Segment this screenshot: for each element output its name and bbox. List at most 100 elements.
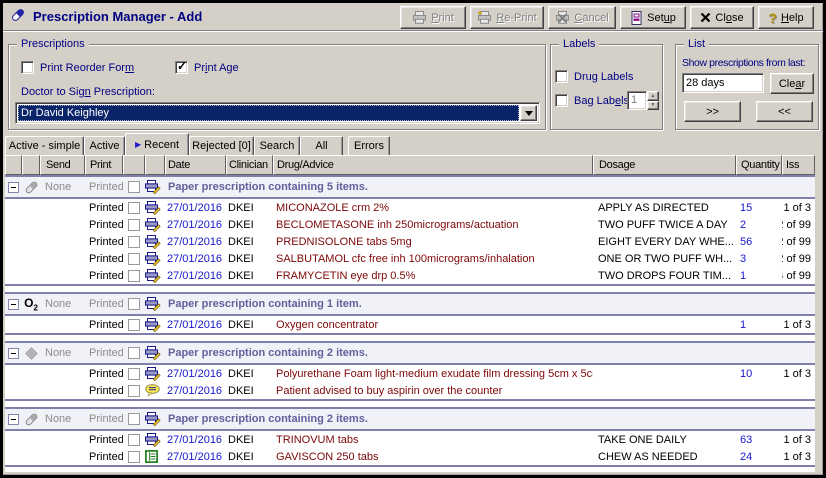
column-header-drug-advice[interactable]: Drug/Advice xyxy=(273,155,593,175)
item-drug: PREDNISOLONE tabs 5mg xyxy=(273,233,593,250)
bag-labels-checkbox[interactable] xyxy=(555,94,568,107)
prescription-group-row[interactable]: NonePrintedPaper prescription containing… xyxy=(5,343,815,363)
bag-labels-checkbox-row: Bag Labels: xyxy=(555,94,632,107)
drug-labels-checkbox-row: Drug Labels xyxy=(555,70,633,83)
prescription-row[interactable]: Printed27/01/2016DKEIPREDNISOLONE tabs 5… xyxy=(5,233,815,250)
tab-search[interactable]: Search xyxy=(254,136,300,155)
grid-body: NonePrintedPaper prescription containing… xyxy=(5,175,815,467)
item-drug: Polyurethane Foam light-medium exudate f… xyxy=(273,365,593,382)
spinner-down-button[interactable]: ▼ xyxy=(647,101,659,111)
print-age-checkbox[interactable] xyxy=(175,61,188,74)
prescriptions-groupbox: Prescriptions Print Reorder Form Print A… xyxy=(8,44,546,130)
print-reorder-form-checkbox-row: Print Reorder Form xyxy=(21,61,134,74)
drug-labels-checkbox[interactable] xyxy=(555,70,568,83)
check-cell xyxy=(123,382,145,399)
item-drug: Patient advised to buy aspirin over the … xyxy=(273,382,593,399)
item-issue: 1 of 3 xyxy=(782,365,815,382)
column-header-clinician[interactable]: Clinician xyxy=(226,155,273,175)
tab-label: Rejected [0] xyxy=(192,140,251,152)
prescription-row[interactable]: Printed27/01/2016DKEIBECLOMETASONE inh 2… xyxy=(5,216,815,233)
setup-button[interactable]: Setup xyxy=(620,6,686,29)
help-button[interactable]: ? Help xyxy=(758,6,814,29)
tab-active[interactable]: Active xyxy=(84,136,125,155)
drug-labels-label: Drug Labels xyxy=(574,71,633,83)
collapse-minus-button[interactable] xyxy=(8,299,19,310)
prescription-row[interactable]: Printed27/01/2016DKEIGAVISCON 250 tabsCH… xyxy=(5,448,815,465)
spacer-cell xyxy=(40,316,85,333)
bag-labels-count[interactable]: 1 xyxy=(627,91,647,110)
row-checkbox[interactable] xyxy=(128,181,140,193)
print-reorder-form-checkbox[interactable] xyxy=(21,61,34,74)
row-checkbox[interactable] xyxy=(128,347,140,359)
spinner-up-button[interactable]: ▲ xyxy=(647,91,659,101)
column-header-date[interactable]: Date xyxy=(165,155,226,175)
row-checkbox[interactable] xyxy=(128,319,140,331)
row-checkbox[interactable] xyxy=(128,202,140,214)
item-clinician: DKEI xyxy=(226,448,273,465)
prescription-row[interactable]: Printed27/01/2016DKEIPatient advised to … xyxy=(5,382,815,399)
row-checkbox[interactable] xyxy=(128,253,140,265)
column-header-print[interactable]: Print xyxy=(85,155,123,175)
close-button[interactable]: Close xyxy=(690,6,754,29)
collapse-minus-button[interactable] xyxy=(8,414,19,425)
prescription-row[interactable]: Printed27/01/2016DKEIFRAMYCETIN eye drp … xyxy=(5,267,815,284)
tab-errors[interactable]: Errors xyxy=(348,136,390,155)
tab-rejected[interactable]: Rejected [0] xyxy=(189,136,254,155)
prescription-row[interactable]: Printed27/01/2016DKEIPolyurethane Foam l… xyxy=(5,365,815,382)
row-checkbox[interactable] xyxy=(128,434,140,446)
row-checkbox[interactable] xyxy=(128,236,140,248)
check-cell xyxy=(123,233,145,250)
item-date: 27/01/2016 xyxy=(165,267,226,284)
prescription-row[interactable]: Printed27/01/2016DKEITRINOVUM tabsTAKE O… xyxy=(5,431,815,448)
item-date: 27/01/2016 xyxy=(165,233,226,250)
prescription-row[interactable]: Printed27/01/2016DKEIMICONAZOLE crm 2%AP… xyxy=(5,199,815,216)
collapse-minus-button[interactable] xyxy=(8,348,19,359)
doctor-select[interactable]: Dr David Keighley xyxy=(15,102,540,124)
group-separator-line xyxy=(5,465,815,467)
column-header-send[interactable]: Send xyxy=(40,155,85,175)
row-checkbox[interactable] xyxy=(128,385,140,397)
title-bar: Prescription Manager - Add Print Re-Prin… xyxy=(3,3,823,30)
item-dosage: TAKE ONE DAILY xyxy=(593,431,736,448)
prescription-group-row[interactable]: NonePrintedPaper prescription containing… xyxy=(5,177,815,197)
clear-button[interactable]: Clear xyxy=(770,73,814,94)
tab-recent[interactable]: ▶Recent xyxy=(125,133,189,155)
page-forward-button[interactable]: >> xyxy=(684,101,741,122)
item-issue: 2 of 99 xyxy=(782,216,815,233)
tab-all[interactable]: All xyxy=(300,136,343,155)
capsule-icon xyxy=(22,409,40,429)
spacer-cell xyxy=(40,216,85,233)
page-back-button[interactable]: << xyxy=(756,101,813,122)
row-checkbox[interactable] xyxy=(128,219,140,231)
prescription-group-row[interactable]: O2NonePrintedPaper prescription containi… xyxy=(5,294,815,314)
spacer-cell xyxy=(40,365,85,382)
column-header-blank[interactable] xyxy=(123,155,145,175)
bag-labels-label: Bag Labels: xyxy=(574,95,632,107)
row-checkbox[interactable] xyxy=(128,368,140,380)
column-header-iss[interactable]: Iss xyxy=(782,155,815,175)
period-input[interactable] xyxy=(682,73,764,93)
item-date: 27/01/2016 xyxy=(165,199,226,216)
prescription-row[interactable]: Printed27/01/2016DKEISALBUTAMOL cfc free… xyxy=(5,250,815,267)
doctor-select-dropdown-button[interactable] xyxy=(520,105,537,121)
group-print-status: Printed xyxy=(85,294,123,314)
item-clinician: DKEI xyxy=(226,199,273,216)
item-dosage xyxy=(593,316,736,333)
prescription-group-row[interactable]: NonePrintedPaper prescription containing… xyxy=(5,409,815,429)
close-button-label: Close xyxy=(715,12,743,24)
column-header-blank[interactable] xyxy=(5,155,22,175)
row-checkbox[interactable] xyxy=(128,451,140,463)
cancel-button[interactable]: Cancel xyxy=(548,6,616,29)
column-header-blank[interactable] xyxy=(145,155,165,175)
row-checkbox[interactable] xyxy=(128,270,140,282)
print-button[interactable]: Print xyxy=(400,6,466,29)
column-header-quantity[interactable]: Quantity xyxy=(736,155,782,175)
column-header-dosage[interactable]: Dosage xyxy=(593,155,736,175)
reprint-button[interactable]: Re-Print xyxy=(470,6,544,29)
prescription-row[interactable]: Printed27/01/2016DKEIOxygen concentrator… xyxy=(5,316,815,333)
collapse-minus-button[interactable] xyxy=(8,182,19,193)
row-checkbox[interactable] xyxy=(128,298,140,310)
column-header-blank[interactable] xyxy=(22,155,40,175)
tab-active-simple[interactable]: Active - simple xyxy=(5,136,84,155)
row-checkbox[interactable] xyxy=(128,413,140,425)
